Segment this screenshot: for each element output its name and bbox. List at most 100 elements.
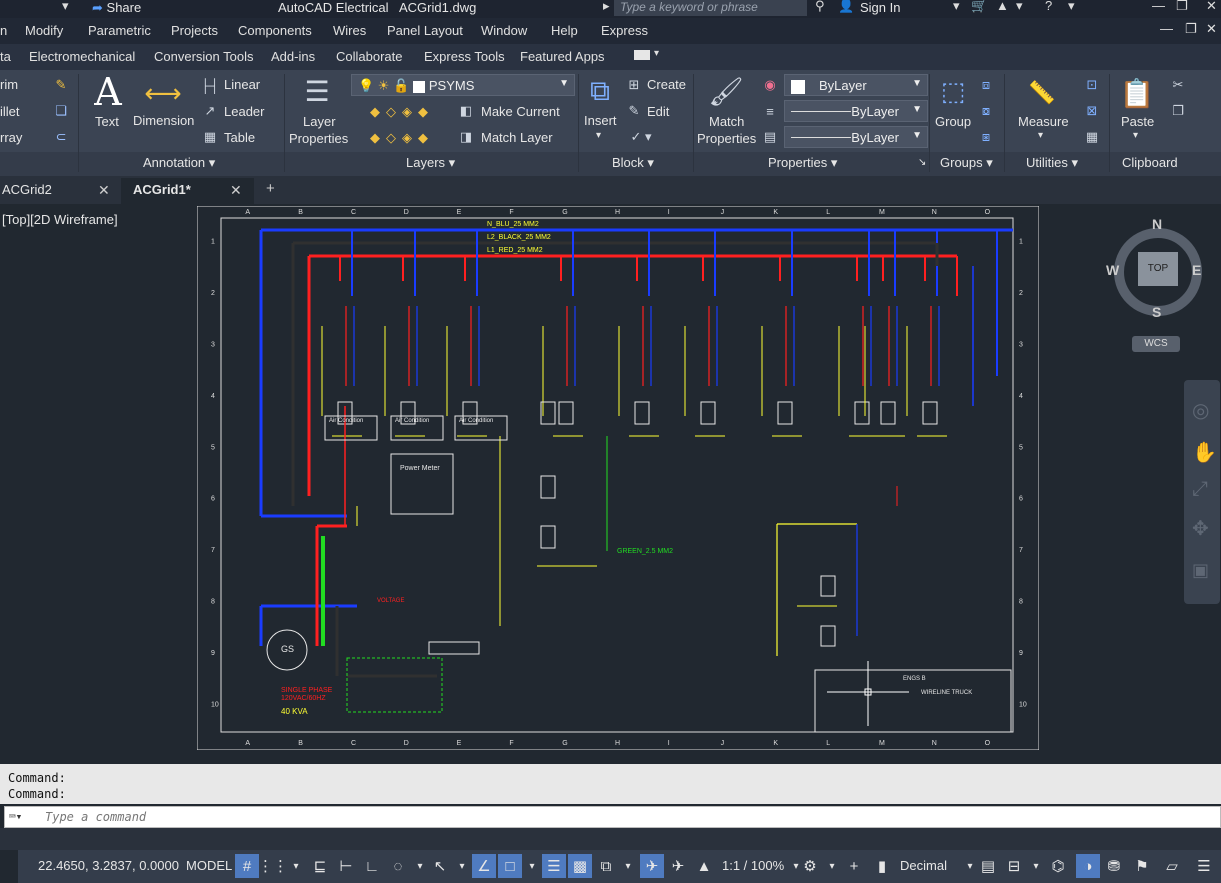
table-button[interactable]: Table — [224, 130, 255, 145]
block-panel-title[interactable]: Block ▾ — [612, 155, 654, 171]
utilities-panel-title[interactable]: Utilities ▾ — [1026, 155, 1078, 171]
search-icon[interactable]: ⚲ — [815, 0, 825, 14]
compass-north[interactable]: N — [1152, 216, 1162, 232]
ribbon-minimize-icon[interactable] — [634, 50, 650, 60]
properties-panel-title[interactable]: Properties ▾ — [768, 155, 837, 171]
dynamic-input-icon[interactable]: ⊢ — [334, 854, 358, 878]
text-button[interactable]: Text — [95, 114, 119, 129]
copy-clip-icon[interactable]: ❐ — [1168, 102, 1188, 120]
sign-in-button[interactable]: Sign In — [860, 0, 900, 15]
close-button[interactable]: ✕ — [1206, 0, 1217, 14]
object-snap-tracking-icon[interactable]: ∠ — [472, 854, 496, 878]
isodraft-icon[interactable]: ↖ — [428, 854, 452, 878]
clipboard-panel-title[interactable]: Clipboard — [1122, 155, 1178, 170]
tab-conversion-tools[interactable]: Conversion Tools — [154, 49, 253, 64]
copy-icon[interactable]: ❏ — [51, 102, 71, 120]
menu-item-modify[interactable]: Modify — [25, 23, 63, 38]
pan-icon[interactable]: ✋ — [1192, 440, 1217, 465]
workspace-dropdown-icon[interactable]: ▾ — [820, 854, 844, 878]
match-layer-icon[interactable]: ◨ — [456, 128, 476, 146]
ungroup-icon[interactable]: ⧈ — [976, 76, 996, 94]
transparency-icon[interactable]: ▩ — [568, 854, 592, 878]
tab-acgrid2[interactable]: ACGrid2 ✕ — [0, 178, 120, 204]
search-expand-icon[interactable]: ▸ — [603, 0, 610, 14]
quick-select-icon[interactable]: ⊡ — [1082, 76, 1102, 94]
match-properties-label-1[interactable]: Match — [709, 114, 744, 129]
ortho-icon[interactable]: ∟ — [360, 854, 384, 878]
orbit-icon[interactable]: ✥ — [1192, 516, 1209, 541]
help-dropdown-icon[interactable]: ▾ — [1068, 0, 1075, 14]
auto-scale-icon[interactable]: ✈ — [666, 854, 690, 878]
create-block-button[interactable]: Create — [647, 77, 686, 92]
selection-cycling-dropdown-icon[interactable]: ▾ — [616, 854, 640, 878]
workspace-gear-icon[interactable]: ⚙ — [798, 854, 822, 878]
viewport-controls-label[interactable]: [Top][2D Wireframe] — [2, 212, 118, 227]
menubar-restore-button[interactable]: ❐ — [1185, 21, 1197, 37]
color-dropdown[interactable]: ByLayer ▼ — [784, 74, 928, 96]
menu-item-parametric[interactable]: Parametric — [88, 23, 151, 38]
customization-icon[interactable]: ☰ — [1192, 854, 1216, 878]
block-attributes-icon[interactable]: ✓ ▾ — [624, 128, 658, 146]
menu-item-panel-layout[interactable]: Panel Layout — [387, 23, 463, 38]
linear-dimension-icon[interactable]: ├┤ — [200, 76, 220, 94]
properties-dialog-launcher-icon[interactable]: ↘ — [918, 157, 926, 168]
ribbon-minimize-dropdown-icon[interactable]: ▾ — [654, 48, 659, 59]
make-current-icon[interactable]: ◧ — [456, 102, 476, 120]
autodesk-dropdown-icon[interactable]: ▾ — [1016, 0, 1023, 14]
annotation-visibility-icon[interactable]: ✈ — [640, 854, 664, 878]
tab-express-tools[interactable]: Express Tools — [424, 49, 505, 64]
insert-button[interactable]: Insert — [584, 113, 617, 128]
graphics-performance-icon[interactable]: ⚑ — [1130, 854, 1154, 878]
showmotion-icon[interactable]: ▣ — [1192, 560, 1209, 581]
dimension-button[interactable]: Dimension — [133, 113, 194, 128]
paste-button[interactable]: Paste — [1121, 114, 1154, 129]
match-properties-icon[interactable]: 🖌 — [707, 72, 745, 110]
measure-dropdown-icon[interactable]: ▾ — [1038, 130, 1043, 141]
insert-dropdown-icon[interactable]: ▾ — [596, 130, 601, 141]
select-all-icon[interactable]: ⊠ — [1082, 102, 1102, 120]
units-value[interactable]: Decimal — [900, 858, 947, 873]
calculator-icon[interactable]: ▦ — [1082, 128, 1102, 146]
menu-item-projects[interactable]: Projects — [171, 23, 218, 38]
leader-icon[interactable]: ↗ — [200, 102, 220, 120]
object-snap-icon[interactable]: □ — [498, 854, 522, 878]
hardware-acceleration-icon[interactable]: ◑ — [1076, 854, 1100, 878]
group-button[interactable]: Group — [935, 114, 971, 129]
layer-properties-label-2[interactable]: Properties — [289, 131, 348, 146]
cut-icon[interactable]: ✂ — [1168, 76, 1188, 94]
tab-acgrid1[interactable]: ACGrid1* ✕ — [121, 178, 254, 204]
offset-icon[interactable]: ⊂ — [51, 128, 71, 146]
make-current-button[interactable]: Make Current — [481, 104, 560, 119]
edit-block-icon[interactable]: ✎ — [624, 102, 644, 120]
snap-dropdown-icon[interactable]: ▾ — [284, 854, 308, 878]
paste-icon[interactable]: 📋 — [1120, 74, 1155, 112]
command-input[interactable]: ⌨▾ Type a command — [4, 806, 1221, 828]
zoom-extents-icon[interactable]: ⤢ — [1192, 478, 1208, 501]
polar-tracking-icon[interactable]: ◌ — [386, 854, 410, 878]
command-menu-icon[interactable]: ⌨▾ — [9, 810, 22, 823]
tab-collaborate[interactable]: Collaborate — [336, 49, 403, 64]
table-icon[interactable]: ▦ — [200, 128, 220, 146]
linear-button[interactable]: Linear — [224, 77, 260, 92]
cart-icon[interactable]: 🛒 — [971, 0, 987, 14]
edit-block-button[interactable]: Edit — [647, 104, 669, 119]
group-edit-icon[interactable]: ⧇ — [976, 102, 996, 120]
monitor-icon[interactable]: ▱ — [1160, 854, 1184, 878]
close-tab-icon[interactable]: ✕ — [98, 182, 110, 199]
model-space-button[interactable]: MODEL — [186, 858, 232, 873]
isodraft-dropdown-icon[interactable]: ▾ — [450, 854, 474, 878]
layers-panel-title[interactable]: Layers ▾ — [406, 155, 455, 171]
minimize-button[interactable]: — — [1152, 0, 1165, 13]
pencil-icon[interactable]: ✎ — [51, 76, 71, 94]
lineweight-toggle-icon[interactable]: ☰ — [542, 854, 566, 878]
layer-properties-label-1[interactable]: Layer — [303, 114, 336, 129]
share-button[interactable]: ➦ Share — [92, 0, 141, 16]
coordinates-readout[interactable]: 22.4650, 3.2837, 0.0000 — [38, 858, 179, 873]
menubar-close-button[interactable]: ✕ — [1206, 21, 1217, 37]
drawing-viewport[interactable]: [Top][2D Wireframe] A A B B C C D D E E F F G G H H I I J J… — [0, 204, 1221, 764]
annotation-scale-value[interactable]: 1:1 / 100% — [722, 858, 784, 873]
close-tab-icon[interactable]: ✕ — [230, 182, 242, 199]
menubar-minimize-button[interactable]: — — [1160, 21, 1173, 36]
tab-electromechanical[interactable]: Electromechanical — [29, 49, 135, 64]
menu-item-view[interactable]: n — [0, 23, 7, 38]
